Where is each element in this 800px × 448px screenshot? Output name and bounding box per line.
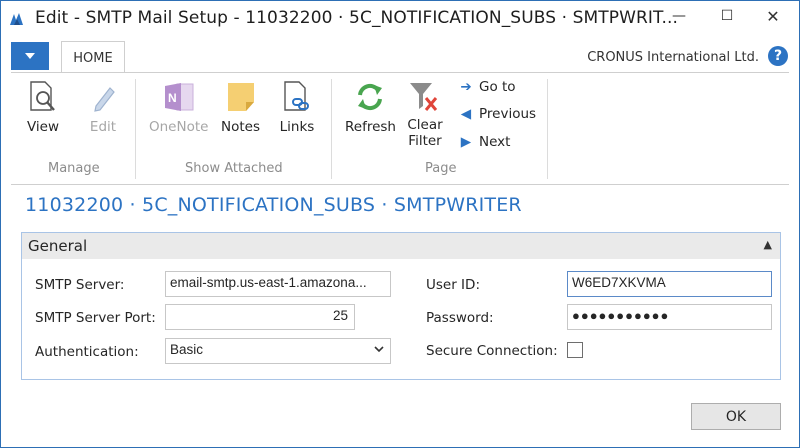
user-id-label: User ID: (426, 277, 480, 293)
user-id-field[interactable]: W6ED7XKVMA (567, 271, 772, 297)
svg-text:N: N (168, 91, 177, 105)
view-icon (25, 79, 61, 115)
refresh-button[interactable]: Refresh (345, 79, 396, 135)
smtp-server-port-field[interactable]: 25 (165, 304, 355, 330)
authentication-label: Authentication: (35, 344, 139, 360)
arrow-right-icon: ➔ (460, 79, 472, 95)
group-label-manage: Manage (48, 161, 100, 176)
edit-button[interactable]: Edit (85, 79, 121, 135)
group-separator (331, 79, 332, 179)
next-label: Next (479, 134, 511, 150)
tab-home[interactable]: HOME (61, 41, 125, 74)
close-button[interactable]: ✕ (751, 1, 795, 31)
onenote-icon: N (161, 79, 197, 115)
window-title: Edit - SMTP Mail Setup - 11032200 · 5C_N… (35, 8, 679, 28)
ok-button[interactable]: OK (691, 403, 781, 430)
password-label: Password: (426, 310, 494, 326)
view-button[interactable]: View (25, 79, 61, 135)
refresh-label: Refresh (345, 119, 396, 135)
go-to-button[interactable]: ➔ Go to (459, 79, 516, 95)
authentication-select[interactable]: Basic (165, 338, 391, 364)
group-separator (547, 79, 548, 179)
smtp-server-label: SMTP Server: (35, 277, 125, 293)
pencil-icon (85, 79, 121, 115)
link-icon (279, 79, 315, 115)
secure-connection-label: Secure Connection: (426, 343, 558, 359)
authentication-value: Basic (170, 342, 204, 357)
smtp-server-port-label: SMTP Server Port: (35, 310, 156, 326)
next-button[interactable]: ▶ Next (459, 134, 511, 150)
group-separator (135, 79, 136, 179)
help-icon[interactable]: ? (768, 46, 788, 66)
secure-connection-checkbox[interactable] (567, 342, 583, 358)
go-to-label: Go to (479, 79, 516, 95)
refresh-icon (352, 79, 388, 115)
clear-filter-label-line1: Clear (407, 117, 443, 133)
clear-filter-button[interactable]: Clear Filter (407, 79, 443, 149)
edit-label: Edit (89, 119, 117, 135)
group-label-page: Page (425, 161, 457, 176)
triangle-right-icon: ▶ (460, 134, 472, 150)
onenote-label: OneNote (149, 119, 209, 135)
clear-filter-icon (407, 79, 443, 115)
previous-label: Previous (479, 106, 537, 122)
general-fasttab-title: General (28, 237, 88, 255)
collapse-icon[interactable]: ▲ (764, 238, 772, 251)
links-button[interactable]: Links (279, 79, 315, 135)
password-field[interactable]: ●●●●●●●●●●● (567, 304, 772, 330)
caret-down-icon (25, 53, 35, 59)
smtp-server-field[interactable]: email-smtp.us-east-1.amazona... (165, 271, 391, 297)
ribbon-panel: View Edit Manage N OneNote Notes Links S… (11, 72, 789, 185)
sticky-note-icon (223, 79, 259, 115)
onenote-button[interactable]: N OneNote (149, 79, 208, 135)
company-name[interactable]: CRONUS International Ltd. (587, 50, 759, 65)
chevron-down-icon (374, 344, 384, 357)
clear-filter-label-line2: Filter (408, 133, 442, 149)
links-label: Links (279, 119, 315, 135)
triangle-left-icon: ◀ (460, 106, 472, 122)
page-title: 11032200 · 5C_NOTIFICATION_SUBS · SMTPWR… (25, 194, 522, 216)
dynamics-nav-app-icon (9, 11, 25, 27)
title-bar: Edit - SMTP Mail Setup - 11032200 · 5C_N… (1, 1, 799, 37)
application-menu-button[interactable] (11, 42, 49, 70)
maximize-button[interactable]: ☐ (705, 1, 749, 31)
previous-button[interactable]: ◀ Previous (459, 106, 536, 122)
dialog-window: Edit - SMTP Mail Setup - 11032200 · 5C_N… (0, 0, 800, 448)
group-label-show-attached: Show Attached (185, 161, 283, 176)
minimize-button[interactable]: — (657, 1, 701, 31)
general-fasttab-header[interactable]: General ▲ (22, 233, 780, 259)
notes-label: Notes (221, 119, 260, 135)
notes-button[interactable]: Notes (221, 79, 260, 135)
view-label: View (26, 119, 60, 135)
